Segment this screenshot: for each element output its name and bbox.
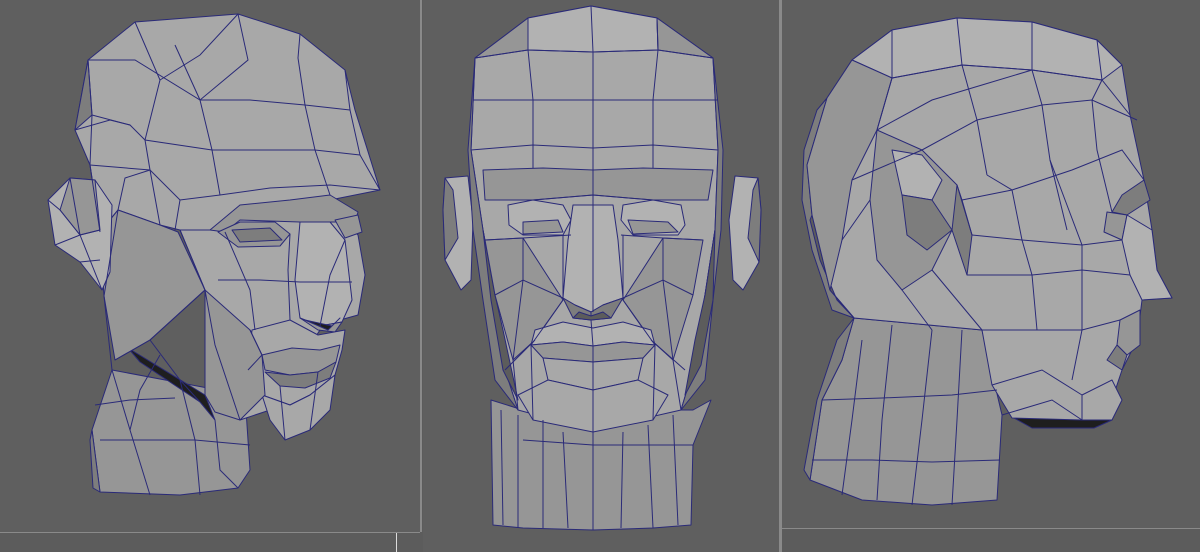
- front-viewport[interactable]: [423, 0, 779, 552]
- viewport-divider[interactable]: [420, 0, 422, 532]
- perspective-viewport[interactable]: [0, 0, 420, 532]
- head-mesh-side[interactable]: [782, 0, 1200, 528]
- viewport-area: [0, 0, 1200, 552]
- head-mesh-front[interactable]: [423, 0, 779, 552]
- side-viewport[interactable]: [782, 0, 1200, 528]
- head-mesh-perspective[interactable]: [0, 0, 420, 532]
- viewport-divider[interactable]: [782, 528, 1200, 529]
- viewport-divider[interactable]: [0, 532, 420, 533]
- viewport-divider[interactable]: [396, 533, 397, 552]
